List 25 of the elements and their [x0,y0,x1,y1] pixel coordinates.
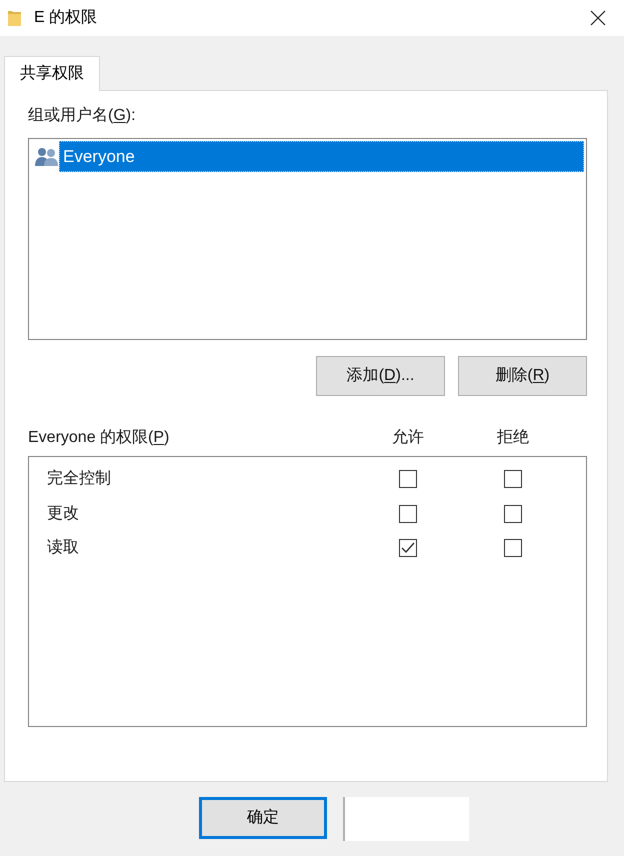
permissions-label: Everyone 的权限(P) [28,429,170,446]
window-title: E 的权限 [34,8,98,28]
column-header: 拒绝 [497,429,529,446]
group-list-label: 组或用户名(G): [28,106,136,126]
checkbox[interactable] [399,470,417,488]
user-list-item[interactable]: Everyone [59,141,584,172]
checkbox[interactable] [399,504,417,523]
close-icon [590,10,606,26]
checkbox[interactable] [504,539,522,558]
checkbox[interactable] [504,504,522,523]
folder-icon [8,10,21,26]
checkbox[interactable] [504,470,522,488]
checkbox[interactable] [399,539,417,558]
list-button[interactable]: 添加(D)... [316,356,445,396]
permission-name: 更改 [47,504,79,522]
tab[interactable]: 共享权限 [4,56,100,91]
permission-name: 读取 [47,539,79,556]
permission-name: 完全控制 [47,470,111,488]
ok-button[interactable]: 确定 [199,797,327,839]
column-header: 允许 [392,429,424,446]
close-button[interactable] [590,10,606,26]
checkmark-icon [401,542,415,554]
user-list[interactable]: Everyone [28,138,587,340]
users-icon [35,146,59,166]
list-button[interactable]: 删除(R) [458,356,587,396]
